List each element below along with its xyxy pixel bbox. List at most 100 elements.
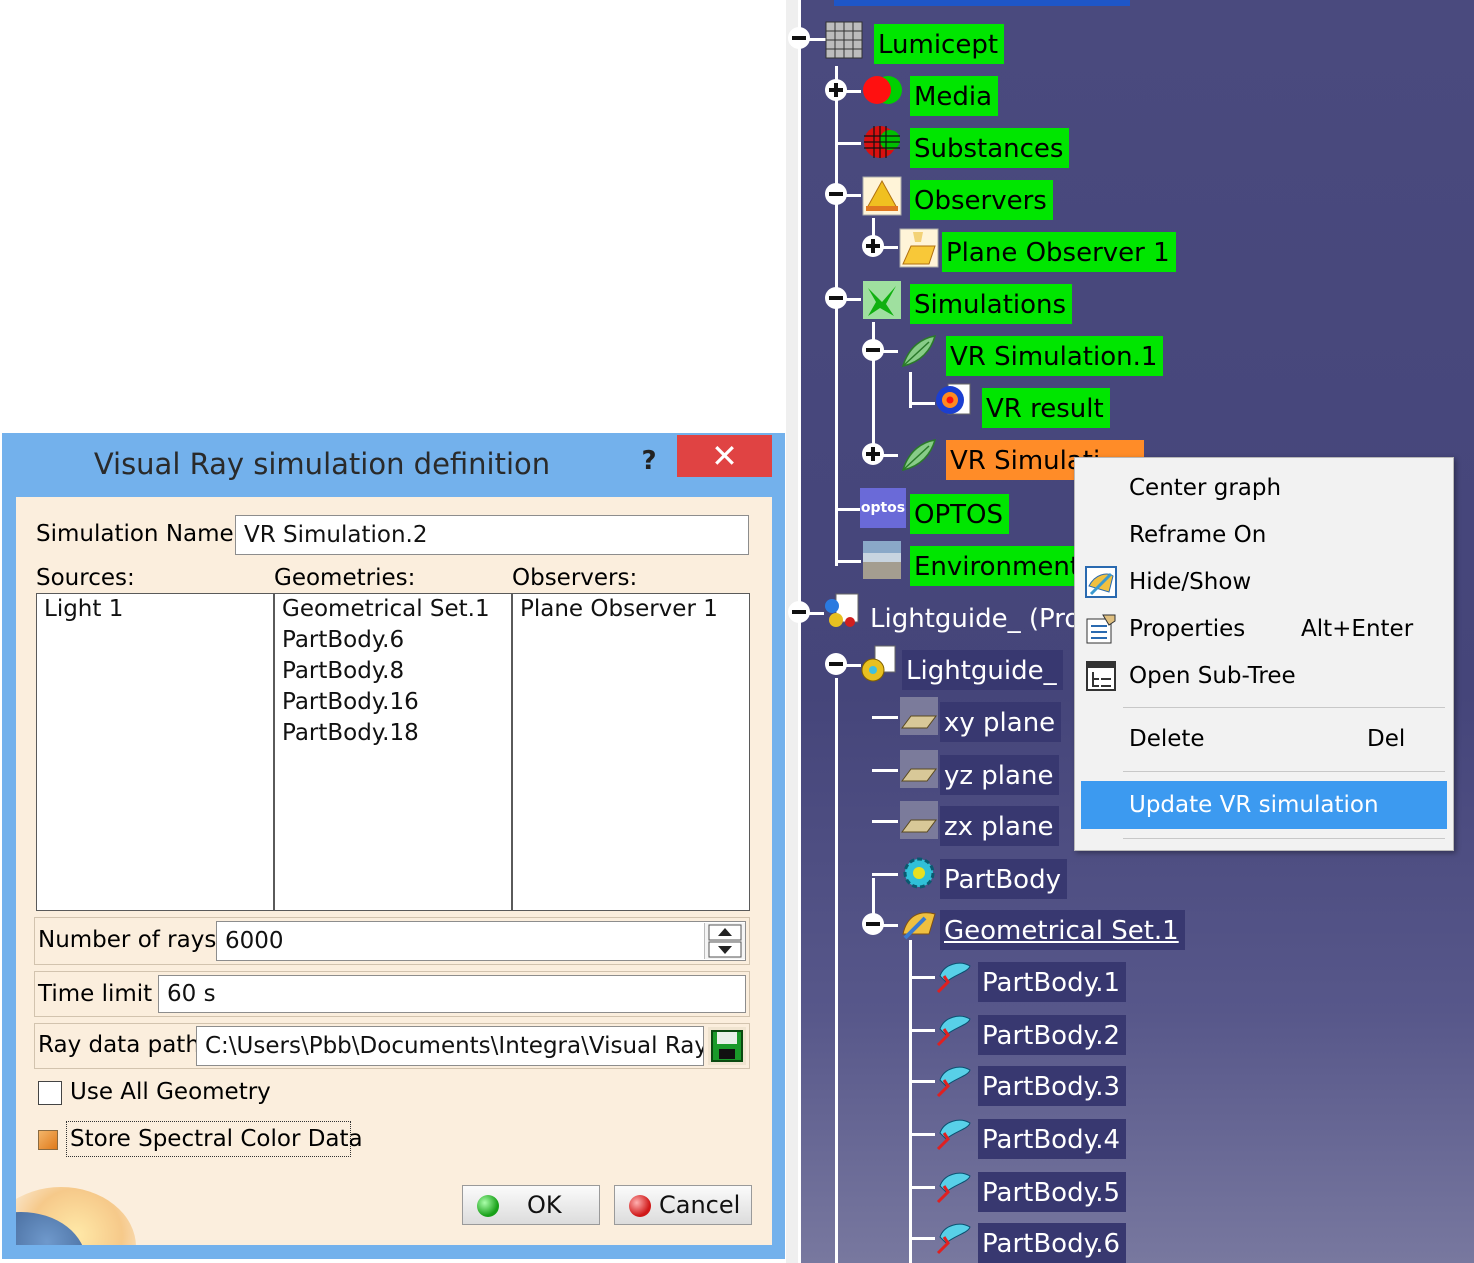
- product-icon: [825, 593, 859, 627]
- simulation-name-label: Simulation Name:: [36, 521, 242, 547]
- simulation-definition-dialog: Visual Ray simulation definition ? ✕ Sim…: [2, 433, 785, 1259]
- ray-data-path-input[interactable]: C:\Users\Pbb\Documents\Integra\Visual Ra…: [196, 1026, 704, 1066]
- tree-item-partbody-4[interactable]: PartBody.4: [978, 1119, 1127, 1159]
- plane-icon: [900, 697, 938, 735]
- time-limit-label: Time limit: [38, 981, 153, 1007]
- menu-item-label: Properties: [1129, 616, 1246, 642]
- tree-item-zx-plane[interactable]: zx plane: [940, 806, 1060, 846]
- tree-item-partbody[interactable]: PartBody: [940, 859, 1067, 899]
- result-icon: [936, 383, 971, 415]
- menu-item-label: Open Sub-Tree: [1129, 663, 1296, 689]
- time-limit-input[interactable]: 60 s: [158, 975, 746, 1013]
- menu-item-label: Delete: [1129, 726, 1205, 752]
- tree-item-lumicept[interactable]: Lumicept: [874, 24, 1005, 64]
- menu-item-shortcut: Alt+Enter: [1301, 616, 1414, 642]
- list-item[interactable]: Geometrical Set.1: [275, 594, 511, 625]
- store-spectral-checkbox[interactable]: [38, 1130, 58, 1150]
- use-all-geometry-checkbox[interactable]: [38, 1081, 62, 1105]
- menu-item-open-sub-tree[interactable]: Open Sub-Tree: [1081, 654, 1447, 698]
- tree-item-observers[interactable]: Observers: [910, 180, 1053, 220]
- close-button[interactable]: ✕: [677, 435, 772, 477]
- expand-media-button[interactable]: [825, 79, 847, 101]
- rays-input[interactable]: 6000: [216, 921, 746, 961]
- collapse-vr-simulation1-button[interactable]: [862, 339, 884, 361]
- sources-list[interactable]: Light 1: [36, 593, 274, 911]
- tree-item-simulations[interactable]: Simulations: [910, 284, 1073, 324]
- help-button[interactable]: ?: [634, 441, 664, 481]
- tree-item-yz-plane[interactable]: yz plane: [940, 755, 1060, 795]
- globe-grid-icon: [864, 126, 900, 158]
- menu-item-shortcut: Del: [1367, 726, 1406, 752]
- tree-item-plane-observer-1[interactable]: Plane Observer 1: [942, 232, 1176, 272]
- surface-icon: [936, 1066, 971, 1098]
- red-light-icon: [629, 1195, 651, 1217]
- tree-item-xy-plane[interactable]: xy plane: [940, 702, 1062, 742]
- tree-item-optos[interactable]: OPTOS: [910, 494, 1009, 534]
- menu-item-update-vr-simulation[interactable]: Update VR simulation: [1081, 781, 1447, 829]
- list-item[interactable]: Light 1: [37, 594, 273, 625]
- browse-path-button[interactable]: [708, 1027, 746, 1065]
- properties-icon: [1086, 614, 1116, 644]
- simulation-name-input[interactable]: VR Simulation.2: [235, 515, 749, 555]
- list-item[interactable]: PartBody.18: [275, 718, 511, 749]
- ray-data-path-label: Ray data path: [38, 1032, 200, 1058]
- geoset-icon: [902, 912, 936, 940]
- optos-icon: optos: [860, 488, 906, 528]
- tree-item-lightguide-product[interactable]: Lightguide_ (Proc: [866, 598, 1101, 638]
- menu-item-delete[interactable]: Delete Del: [1081, 717, 1447, 761]
- context-menu: Center graph Reframe On Hide/Show Proper…: [1074, 457, 1454, 851]
- green-light-icon: [477, 1195, 499, 1217]
- save-disk-icon: [711, 1030, 743, 1062]
- tree-item-partbody-5[interactable]: PartBody.5: [978, 1172, 1127, 1212]
- plane-icon: [900, 801, 938, 839]
- tree-top-edge: [834, 0, 1130, 6]
- ok-button[interactable]: OK: [462, 1185, 600, 1225]
- dialog-body: Simulation Name: VR Simulation.2 Sources…: [16, 497, 772, 1245]
- menu-separator: [1123, 707, 1445, 708]
- surface-icon: [936, 1172, 971, 1204]
- tree-item-partbody-1[interactable]: PartBody.1: [978, 962, 1127, 1002]
- list-item[interactable]: Plane Observer 1: [513, 594, 749, 625]
- list-item[interactable]: PartBody.16: [275, 687, 511, 718]
- tree-item-geometrical-set-1[interactable]: Geometrical Set.1: [940, 910, 1185, 950]
- use-all-geometry-label: Use All Geometry: [70, 1079, 271, 1105]
- menu-item-properties[interactable]: Properties Alt+Enter: [1081, 607, 1447, 651]
- media-icon: [863, 76, 902, 104]
- list-item[interactable]: PartBody.6: [275, 625, 511, 656]
- plane-observer-icon: [899, 228, 939, 268]
- cancel-label: Cancel: [659, 1191, 741, 1219]
- expand-vr-simulation2-button[interactable]: [862, 443, 884, 465]
- collapse-lightguide-part-button[interactable]: [825, 653, 847, 675]
- menu-separator: [1123, 771, 1445, 772]
- collapse-lightguide-product-button[interactable]: [788, 601, 810, 623]
- sources-label: Sources:: [36, 565, 135, 591]
- tree-item-partbody-2[interactable]: PartBody.2: [978, 1015, 1127, 1055]
- collapse-observers-button[interactable]: [825, 183, 847, 205]
- tree-item-partbody-3[interactable]: PartBody.3: [978, 1066, 1127, 1106]
- collapse-lumicept-button[interactable]: [788, 27, 810, 49]
- geometries-list[interactable]: Geometrical Set.1 PartBody.6 PartBody.8 …: [274, 593, 512, 911]
- tree-item-vr-simulation-1[interactable]: VR Simulation.1: [946, 336, 1164, 376]
- list-item[interactable]: PartBody.8: [275, 656, 511, 687]
- grid-icon: [825, 21, 863, 59]
- store-spectral-label: Store Spectral Color Data: [70, 1126, 363, 1152]
- tree-item-environment[interactable]: Environment: [910, 546, 1087, 586]
- tree-item-media[interactable]: Media: [910, 76, 999, 116]
- observers-list[interactable]: Plane Observer 1: [512, 593, 750, 911]
- rays-spinner[interactable]: [704, 923, 745, 959]
- menu-item-hide-show[interactable]: Hide/Show: [1081, 560, 1447, 604]
- tree-item-vr-result[interactable]: VR result: [982, 388, 1110, 428]
- collapse-simulations-button[interactable]: [825, 287, 847, 309]
- expand-plane-observer-button[interactable]: [862, 235, 884, 257]
- gear-icon: [903, 857, 935, 889]
- leaf-icon: [901, 439, 937, 472]
- simulation-icon: [863, 281, 901, 319]
- tree-item-lightguide-part[interactable]: Lightguide_: [902, 650, 1063, 690]
- surface-icon: [936, 1015, 971, 1047]
- tree-item-partbody-6[interactable]: PartBody.6: [978, 1223, 1127, 1263]
- cancel-button[interactable]: Cancel: [614, 1185, 752, 1225]
- tree-item-substances[interactable]: Substances: [910, 128, 1070, 168]
- menu-item-center-graph[interactable]: Center graph: [1081, 466, 1447, 510]
- menu-item-reframe-on[interactable]: Reframe On: [1081, 513, 1447, 557]
- collapse-geometrical-set-button[interactable]: [862, 913, 884, 935]
